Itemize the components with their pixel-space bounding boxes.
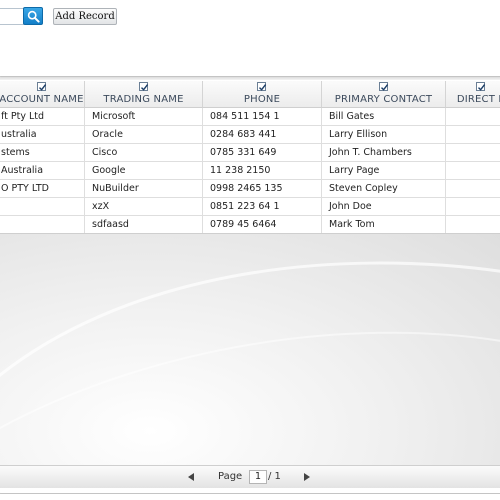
table-cell: Oracle (85, 126, 203, 143)
table-cell (446, 180, 500, 197)
checkmark-icon (38, 84, 46, 91)
column-header-4[interactable]: DIRECT L (446, 81, 500, 108)
table-cell: 084 511 154 1 (203, 108, 322, 125)
column-visible-checkbox[interactable] (378, 82, 388, 91)
table-row[interactable]: Australia Google 11 238 2150 Larry Page (0, 162, 500, 180)
table-cell: 0998 2465 135 (203, 180, 322, 197)
table-cell: Larry Page (322, 162, 446, 179)
table-cell: 0789 45 6464 (203, 216, 322, 233)
table-cell: John Doe (322, 198, 446, 215)
page-label: Page (218, 471, 243, 482)
grid-empty-area (0, 233, 500, 466)
table-row[interactable]: ft Pty Ltd Microsoft 084 511 154 1 Bill Gat… (0, 108, 500, 126)
table-cell: Mark Tom (322, 216, 446, 233)
column-visible-checkbox[interactable] (475, 82, 485, 91)
records-grid: ACCOUNT NAME TRADING NAME PHONE PRIMARY CON… (0, 76, 500, 494)
column-title: DIRECT L (456, 94, 500, 105)
table-row[interactable]: sdfaasd 0789 45 6464 Mark Tom (0, 216, 500, 234)
table-cell: Steven Copley (322, 180, 446, 197)
table-row[interactable]: stems Cisco 0785 331 649 John T. Chambers (0, 144, 500, 162)
table-cell (446, 216, 500, 233)
checkmark-icon (380, 84, 388, 91)
next-page-icon[interactable] (304, 473, 310, 481)
column-header-0[interactable]: ACCOUNT NAME (0, 81, 85, 108)
checkmark-icon (140, 84, 148, 91)
column-header-3[interactable]: PRIMARY CONTACT (322, 81, 446, 108)
table-cell: 0851 223 64 1 (203, 198, 322, 215)
search-button[interactable] (23, 7, 43, 25)
table-cell: John T. Chambers (322, 144, 446, 161)
table-cell: 11 238 2150 (203, 162, 322, 179)
column-header-1[interactable]: TRADING NAME (85, 81, 203, 108)
search-input[interactable] (0, 8, 24, 25)
table-cell: Google (85, 162, 203, 179)
table-cell (446, 198, 500, 215)
table-cell: Microsoft (85, 108, 203, 125)
table-cell: Bill Gates (322, 108, 446, 125)
column-header-2[interactable]: PHONE (203, 81, 322, 108)
column-title: PHONE (243, 94, 281, 105)
checkmark-icon (259, 84, 267, 91)
table-cell (0, 216, 85, 233)
table-cell: stems (0, 144, 85, 161)
column-title: TRADING NAME (103, 94, 184, 105)
table-cell: xzX (85, 198, 203, 215)
page-number-input[interactable]: 1 (249, 470, 267, 484)
table-cell: NuBuilder (85, 180, 203, 197)
checkmark-icon (477, 84, 485, 91)
add-record-button[interactable]: Add Record (53, 8, 117, 25)
table-cell (446, 126, 500, 143)
table-row[interactable]: ustralia Oracle 0284 683 441 Larry Ellison (0, 126, 500, 144)
pager-bar: Page 1 / 1 (0, 465, 500, 488)
search-icon (27, 10, 40, 23)
table-row[interactable]: O PTY LTD NuBuilder 0998 2465 135 Steven Co… (0, 180, 500, 198)
table-cell: ft Pty Ltd (0, 108, 85, 125)
table-cell: O PTY LTD (0, 180, 85, 197)
column-visible-checkbox[interactable] (36, 82, 46, 91)
table-cell (0, 198, 85, 215)
page-total: / 1 (268, 471, 281, 482)
table-cell: Larry Ellison (322, 126, 446, 143)
table-cell (446, 162, 500, 179)
column-visible-checkbox[interactable] (257, 82, 267, 91)
column-title: PRIMARY CONTACT (334, 94, 433, 105)
table-cell (446, 108, 500, 125)
background-swoosh (0, 261, 500, 430)
table-cell: 0284 683 441 (203, 126, 322, 143)
table-cell (446, 144, 500, 161)
table-row[interactable]: xzX 0851 223 64 1 John Doe (0, 198, 500, 216)
table-cell: sdfaasd (85, 216, 203, 233)
table-cell: 0785 331 649 (203, 144, 322, 161)
grid-top-border (0, 77, 500, 80)
table-cell: Australia (0, 162, 85, 179)
column-title: ACCOUNT NAME (0, 94, 84, 105)
table-cell: ustralia (0, 126, 85, 143)
column-visible-checkbox[interactable] (138, 82, 148, 91)
previous-page-icon[interactable] (188, 473, 194, 481)
table-cell: Cisco (85, 144, 203, 161)
